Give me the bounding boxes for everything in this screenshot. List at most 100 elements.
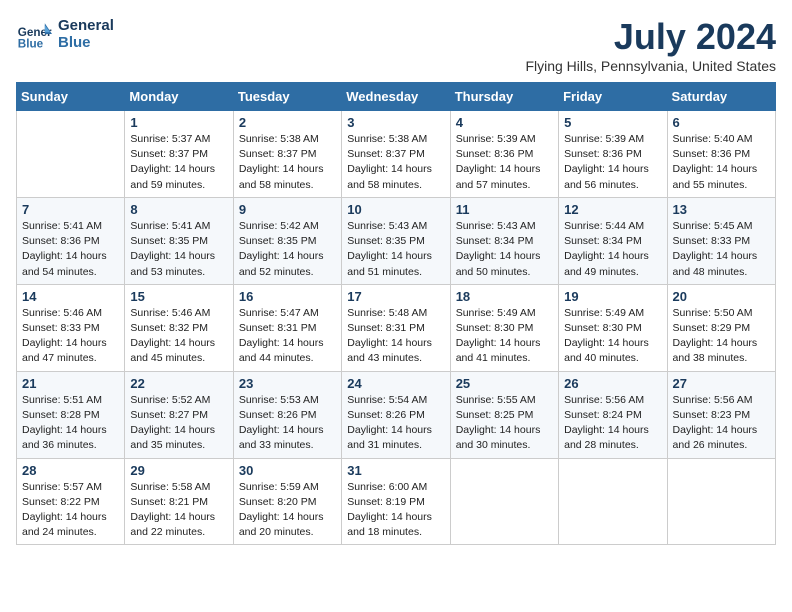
svg-text:Blue: Blue xyxy=(18,38,44,51)
day-info: Sunrise: 5:40 AM Sunset: 8:36 PM Dayligh… xyxy=(673,132,770,193)
calendar-cell: 15Sunrise: 5:46 AM Sunset: 8:32 PM Dayli… xyxy=(125,284,233,371)
day-info: Sunrise: 5:41 AM Sunset: 8:35 PM Dayligh… xyxy=(130,219,227,280)
day-info: Sunrise: 5:57 AM Sunset: 8:22 PM Dayligh… xyxy=(22,480,119,541)
day-number: 7 xyxy=(22,202,119,217)
day-info: Sunrise: 5:41 AM Sunset: 8:36 PM Dayligh… xyxy=(22,219,119,280)
day-info: Sunrise: 5:51 AM Sunset: 8:28 PM Dayligh… xyxy=(22,393,119,454)
day-info: Sunrise: 5:42 AM Sunset: 8:35 PM Dayligh… xyxy=(239,219,336,280)
day-number: 25 xyxy=(456,376,553,391)
weekday-header-thursday: Thursday xyxy=(450,83,558,111)
day-info: Sunrise: 5:38 AM Sunset: 8:37 PM Dayligh… xyxy=(239,132,336,193)
day-number: 17 xyxy=(347,289,444,304)
calendar-cell: 17 Sunrise: 5:48 AM Sunset: 8:31 PM Dayli… xyxy=(342,284,450,371)
day-info: Sunrise: 6:00 AM Sunset: 8:19 PM Dayligh… xyxy=(347,480,444,541)
calendar-cell xyxy=(450,458,558,545)
day-info: Sunrise: 5:39 AM Sunset: 8:36 PM Dayligh… xyxy=(456,132,553,193)
logo: General Blue General Blue xyxy=(16,16,114,52)
calendar-cell: 16Sunrise: 5:47 AM Sunset: 8:31 PM Dayli… xyxy=(233,284,341,371)
calendar-cell: 28 Sunrise: 5:57 AM Sunset: 8:22 PM Dayli… xyxy=(17,458,125,545)
day-info: Sunrise: 5:43 AM Sunset: 8:35 PM Dayligh… xyxy=(347,219,444,280)
day-info: Sunrise: 5:38 AM Sunset: 8:37 PM Dayligh… xyxy=(347,132,444,193)
calendar-cell xyxy=(559,458,667,545)
calendar-cell: 2 Sunrise: 5:38 AM Sunset: 8:37 PM Daylig… xyxy=(233,111,341,198)
day-info: Sunrise: 5:39 AM Sunset: 8:36 PM Dayligh… xyxy=(564,132,661,193)
calendar-cell: 1 Sunrise: 5:37 AM Sunset: 8:37 PM Daylig… xyxy=(125,111,233,198)
day-info: Sunrise: 5:44 AM Sunset: 8:34 PM Dayligh… xyxy=(564,219,661,280)
calendar-table: SundayMondayTuesdayWednesdayThursdayFrid… xyxy=(16,82,776,545)
day-number: 23 xyxy=(239,376,336,391)
calendar-cell: 6Sunrise: 5:40 AM Sunset: 8:36 PM Daylig… xyxy=(667,111,775,198)
calendar-week-5: 28 Sunrise: 5:57 AM Sunset: 8:22 PM Dayli… xyxy=(17,458,776,545)
day-number: 11 xyxy=(456,202,553,217)
calendar-cell: 30 Sunrise: 5:59 AM Sunset: 8:20 PM Dayli… xyxy=(233,458,341,545)
calendar-cell: 18 Sunrise: 5:49 AM Sunset: 8:30 PM Dayli… xyxy=(450,284,558,371)
calendar-cell: 10 Sunrise: 5:43 AM Sunset: 8:35 PM Dayli… xyxy=(342,197,450,284)
day-number: 1 xyxy=(130,115,227,130)
calendar-cell: 5 Sunrise: 5:39 AM Sunset: 8:36 PM Daylig… xyxy=(559,111,667,198)
page-header: General Blue General Blue July 2024 Flyi… xyxy=(16,16,776,74)
weekday-header-wednesday: Wednesday xyxy=(342,83,450,111)
day-number: 19 xyxy=(564,289,661,304)
calendar-cell: 23 Sunrise: 5:53 AM Sunset: 8:26 PM Dayli… xyxy=(233,371,341,458)
calendar-cell: 11 Sunrise: 5:43 AM Sunset: 8:34 PM Dayli… xyxy=(450,197,558,284)
day-number: 3 xyxy=(347,115,444,130)
day-number: 9 xyxy=(239,202,336,217)
day-number: 22 xyxy=(130,376,227,391)
day-info: Sunrise: 5:46 AM Sunset: 8:33 PM Dayligh… xyxy=(22,306,119,367)
calendar-cell: 7 Sunrise: 5:41 AM Sunset: 8:36 PM Daylig… xyxy=(17,197,125,284)
day-info: Sunrise: 5:54 AM Sunset: 8:26 PM Dayligh… xyxy=(347,393,444,454)
day-number: 15 xyxy=(130,289,227,304)
logo-icon: General Blue xyxy=(16,16,52,52)
logo-general: General xyxy=(58,17,114,34)
day-info: Sunrise: 5:49 AM Sunset: 8:30 PM Dayligh… xyxy=(564,306,661,367)
calendar-cell: 27 Sunrise: 5:56 AM Sunset: 8:23 PM Dayli… xyxy=(667,371,775,458)
day-number: 10 xyxy=(347,202,444,217)
calendar-cell: 8 Sunrise: 5:41 AM Sunset: 8:35 PM Daylig… xyxy=(125,197,233,284)
calendar-cell: 12Sunrise: 5:44 AM Sunset: 8:34 PM Dayli… xyxy=(559,197,667,284)
weekday-header-tuesday: Tuesday xyxy=(233,83,341,111)
calendar-cell: 25Sunrise: 5:55 AM Sunset: 8:25 PM Dayli… xyxy=(450,371,558,458)
day-info: Sunrise: 5:49 AM Sunset: 8:30 PM Dayligh… xyxy=(456,306,553,367)
calendar-week-3: 14Sunrise: 5:46 AM Sunset: 8:33 PM Dayli… xyxy=(17,284,776,371)
calendar-week-2: 7 Sunrise: 5:41 AM Sunset: 8:36 PM Daylig… xyxy=(17,197,776,284)
day-number: 5 xyxy=(564,115,661,130)
day-info: Sunrise: 5:56 AM Sunset: 8:24 PM Dayligh… xyxy=(564,393,661,454)
day-number: 18 xyxy=(456,289,553,304)
calendar-cell: 31 Sunrise: 6:00 AM Sunset: 8:19 PM Dayli… xyxy=(342,458,450,545)
day-number: 2 xyxy=(239,115,336,130)
calendar-cell xyxy=(17,111,125,198)
calendar-cell: 26 Sunrise: 5:56 AM Sunset: 8:24 PM Dayli… xyxy=(559,371,667,458)
day-number: 26 xyxy=(564,376,661,391)
title-area: July 2024 Flying Hills, Pennsylvania, Un… xyxy=(525,16,776,74)
day-info: Sunrise: 5:43 AM Sunset: 8:34 PM Dayligh… xyxy=(456,219,553,280)
day-number: 16 xyxy=(239,289,336,304)
day-number: 4 xyxy=(456,115,553,130)
day-number: 30 xyxy=(239,463,336,478)
calendar-cell: 19 Sunrise: 5:49 AM Sunset: 8:30 PM Dayli… xyxy=(559,284,667,371)
day-number: 13 xyxy=(673,202,770,217)
day-info: Sunrise: 5:52 AM Sunset: 8:27 PM Dayligh… xyxy=(130,393,227,454)
calendar-body: 1 Sunrise: 5:37 AM Sunset: 8:37 PM Daylig… xyxy=(17,111,776,545)
day-number: 28 xyxy=(22,463,119,478)
day-info: Sunrise: 5:45 AM Sunset: 8:33 PM Dayligh… xyxy=(673,219,770,280)
day-number: 31 xyxy=(347,463,444,478)
day-info: Sunrise: 5:48 AM Sunset: 8:31 PM Dayligh… xyxy=(347,306,444,367)
location-title: Flying Hills, Pennsylvania, United State… xyxy=(525,58,776,74)
day-info: Sunrise: 5:56 AM Sunset: 8:23 PM Dayligh… xyxy=(673,393,770,454)
logo-blue: Blue xyxy=(58,34,114,51)
weekday-header-sunday: Sunday xyxy=(17,83,125,111)
day-number: 20 xyxy=(673,289,770,304)
day-info: Sunrise: 5:37 AM Sunset: 8:37 PM Dayligh… xyxy=(130,132,227,193)
calendar-cell: 14Sunrise: 5:46 AM Sunset: 8:33 PM Dayli… xyxy=(17,284,125,371)
day-info: Sunrise: 5:59 AM Sunset: 8:20 PM Dayligh… xyxy=(239,480,336,541)
weekday-header-row: SundayMondayTuesdayWednesdayThursdayFrid… xyxy=(17,83,776,111)
day-number: 27 xyxy=(673,376,770,391)
day-info: Sunrise: 5:50 AM Sunset: 8:29 PM Dayligh… xyxy=(673,306,770,367)
calendar-cell: 4 Sunrise: 5:39 AM Sunset: 8:36 PM Daylig… xyxy=(450,111,558,198)
calendar-week-1: 1 Sunrise: 5:37 AM Sunset: 8:37 PM Daylig… xyxy=(17,111,776,198)
calendar-cell: 21Sunrise: 5:51 AM Sunset: 8:28 PM Dayli… xyxy=(17,371,125,458)
day-info: Sunrise: 5:53 AM Sunset: 8:26 PM Dayligh… xyxy=(239,393,336,454)
day-number: 8 xyxy=(130,202,227,217)
calendar-cell: 29Sunrise: 5:58 AM Sunset: 8:21 PM Dayli… xyxy=(125,458,233,545)
month-title: July 2024 xyxy=(525,16,776,58)
